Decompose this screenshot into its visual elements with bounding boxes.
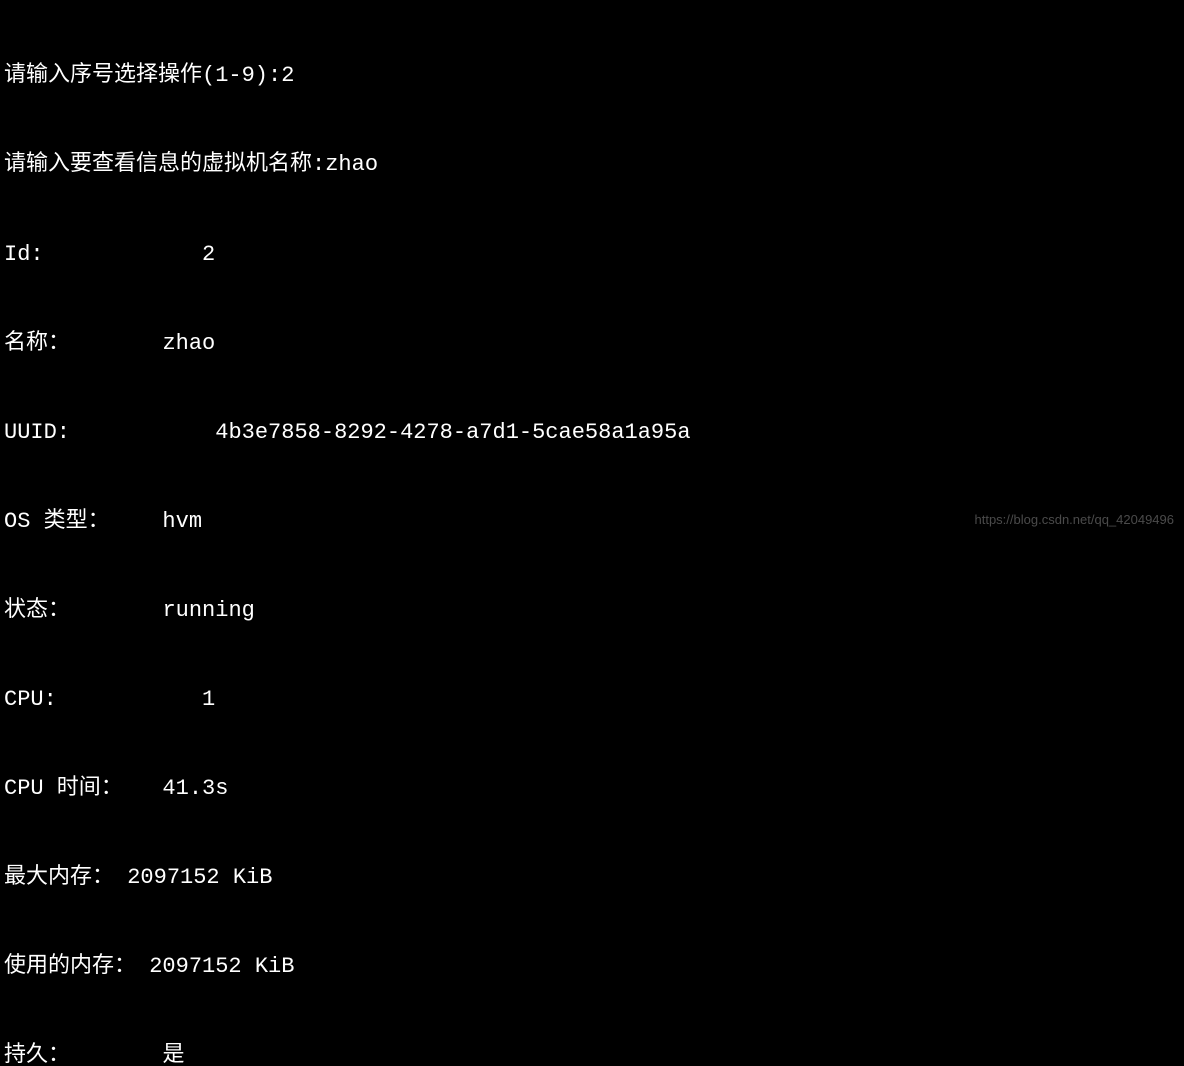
info-state: 状态： running — [4, 596, 1180, 626]
info-cpu-time: CPU 时间： 41.3s — [4, 774, 1180, 804]
spacer — [110, 507, 163, 537]
value: 1 — [202, 685, 215, 715]
spacer — [70, 596, 162, 626]
spacer — [70, 1041, 162, 1066]
label: 最大内存： — [4, 863, 114, 893]
label: Id: — [4, 240, 44, 270]
label: 持久： — [4, 1041, 70, 1066]
value: 4b3e7858-8292-4278-a7d1-5cae58a1a95a — [215, 418, 690, 448]
spacer — [136, 952, 149, 982]
spacer — [70, 418, 215, 448]
prompt-input: 2 — [281, 61, 294, 91]
spacer — [114, 863, 127, 893]
info-uuid: UUID: 4b3e7858-8292-4278-a7d1-5cae58a1a9… — [4, 418, 1180, 448]
label: 使用的内存： — [4, 952, 136, 982]
label: 状态： — [4, 596, 70, 626]
prompt-select-op: 请输入序号选择操作(1-9):2 — [4, 61, 1180, 91]
info-used-mem: 使用的内存： 2097152 KiB — [4, 952, 1180, 982]
spacer — [44, 240, 202, 270]
label: 名称： — [4, 329, 70, 359]
value: running — [162, 596, 254, 626]
watermark: https://blog.csdn.net/qq_42049496 — [975, 511, 1175, 529]
value: zhao — [162, 329, 215, 359]
spacer — [70, 329, 162, 359]
info-id: Id: 2 — [4, 240, 1180, 270]
info-name: 名称： zhao — [4, 329, 1180, 359]
prompt-vm-name: 请输入要查看信息的虚拟机名称:zhao — [4, 150, 1180, 180]
label: CPU: — [4, 685, 57, 715]
prompt-text: 请输入要查看信息的虚拟机名称: — [4, 150, 325, 180]
info-persistent: 持久： 是 — [4, 1041, 1180, 1066]
label: CPU 时间： — [4, 774, 123, 804]
value: 41.3s — [162, 774, 228, 804]
spacer — [123, 774, 163, 804]
terminal-output: 请输入序号选择操作(1-9):2 请输入要查看信息的虚拟机名称:zhao Id:… — [4, 2, 1180, 1066]
prompt-input: zhao — [325, 150, 378, 180]
value: hvm — [162, 507, 202, 537]
label: UUID: — [4, 418, 70, 448]
value: 是 — [162, 1041, 184, 1066]
prompt-text: 请输入序号选择操作(1-9): — [4, 61, 281, 91]
spacer — [57, 685, 202, 715]
value: 2 — [202, 240, 215, 270]
value: 2097152 KiB — [127, 863, 272, 893]
info-max-mem: 最大内存： 2097152 KiB — [4, 863, 1180, 893]
value: 2097152 KiB — [149, 952, 294, 982]
info-cpu: CPU: 1 — [4, 685, 1180, 715]
label: OS 类型： — [4, 507, 110, 537]
